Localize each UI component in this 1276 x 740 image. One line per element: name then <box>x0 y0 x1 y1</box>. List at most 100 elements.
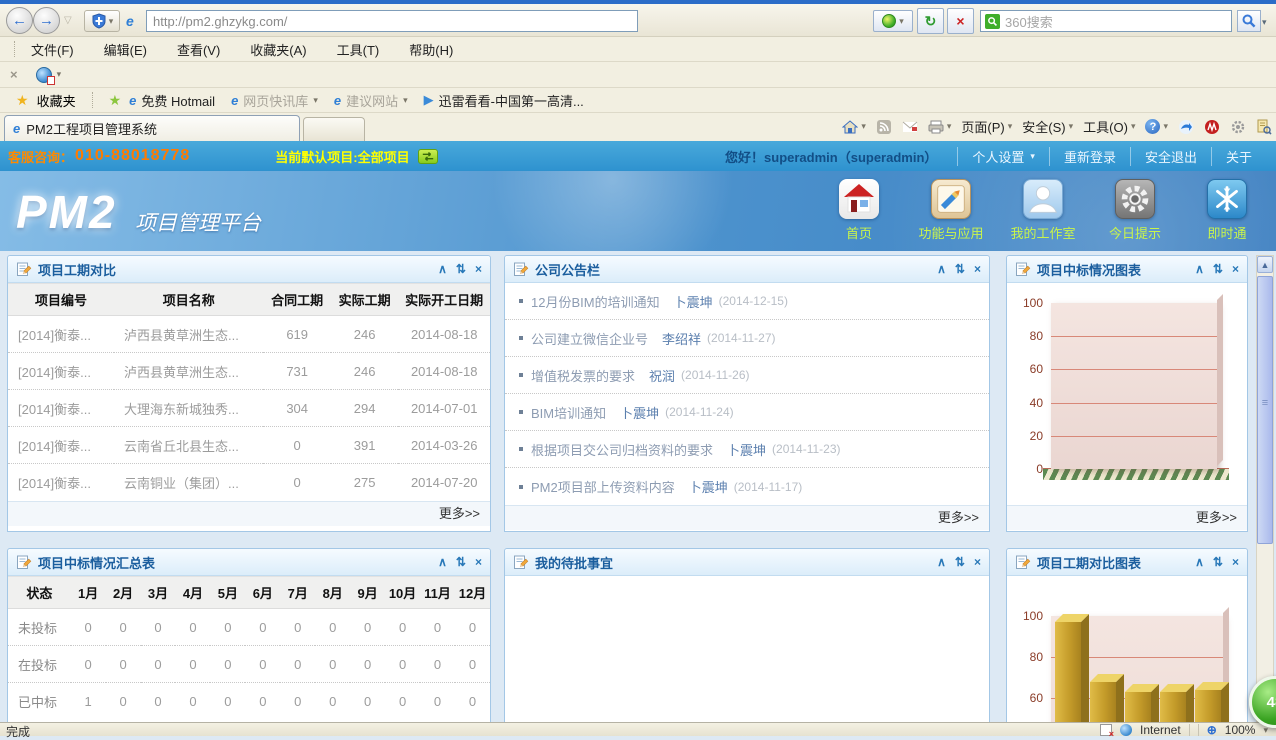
read-mail-icon[interactable] <box>902 119 918 135</box>
back-button[interactable]: ← <box>6 7 33 34</box>
collapse-icon[interactable]: ∧ <box>937 555 946 569</box>
add-favorite-icon[interactable]: ★ <box>109 92 122 109</box>
announcement-author[interactable]: 祝润 <box>649 366 675 385</box>
page-menu[interactable]: 页面(P)▾ <box>961 117 1012 136</box>
favorite-item-2[interactable]: e建议网站▾ <box>334 91 408 110</box>
collapse-icon[interactable]: ∧ <box>438 262 447 276</box>
close-panel-icon[interactable]: × <box>1232 262 1239 276</box>
360-addon-button[interactable]: ▾ <box>873 10 913 32</box>
rss-icon[interactable] <box>876 119 892 135</box>
help-button[interactable]: ? ▾ <box>1145 119 1168 134</box>
more-link[interactable]: 更多>> <box>439 506 480 521</box>
more-link[interactable]: 更多>> <box>1196 510 1237 525</box>
list-item[interactable]: 根据项目交公司归档资料的要求卜震坤(2014-11-23) <box>505 431 989 468</box>
collapse-icon[interactable]: ∧ <box>937 262 946 276</box>
nav-apps[interactable]: 功能与应用 <box>920 179 982 242</box>
favorite-item-3[interactable]: ▶迅雷看看-中国第一高清... <box>424 91 584 110</box>
menu-item-2[interactable]: 查看(V) <box>177 40 220 59</box>
shield-dropdown-icon[interactable]: ▾ <box>109 16 114 27</box>
close-panel-icon[interactable]: × <box>974 555 981 569</box>
list-item[interactable]: 公司建立微信企业号李绍祥(2014-11-27) <box>505 320 989 357</box>
nav-messenger[interactable]: 即时通 <box>1196 179 1258 242</box>
favorite-dropdown-icon[interactable]: ▾ <box>403 95 408 106</box>
history-dropdown-icon[interactable]: ▽ <box>64 15 72 26</box>
addon-dropdown-icon[interactable]: ▾ <box>57 69 62 80</box>
collapse-icon[interactable]: ∧ <box>438 555 447 569</box>
tab-pm2[interactable]: e PM2工程项目管理系统 <box>4 115 300 141</box>
print-button[interactable]: ▾ <box>928 119 952 135</box>
notes-search-icon[interactable] <box>1256 119 1272 135</box>
list-item[interactable]: BIM培训通知卜震坤(2014-11-24) <box>505 394 989 431</box>
gear-icon[interactable] <box>1230 119 1246 135</box>
print-dropdown-icon[interactable]: ▾ <box>947 121 952 132</box>
search-dropdown-icon[interactable]: ▾ <box>1262 17 1267 28</box>
table-row[interactable]: [2014]衡泰...泸西县黄草洲生态...7312462014-08-18 <box>8 353 490 390</box>
menu-item-1[interactable]: 编辑(E) <box>104 40 147 59</box>
menu-item-3[interactable]: 收藏夹(A) <box>250 40 306 59</box>
menu-item-5[interactable]: 帮助(H) <box>409 40 453 59</box>
announcement-author[interactable]: 卜震坤 <box>674 292 713 311</box>
smartscreen-shield-button[interactable]: ▾ <box>84 10 120 32</box>
favorites-star-icon[interactable]: ★ <box>16 92 29 109</box>
stop-button[interactable]: × <box>947 8 974 34</box>
close-panel-icon[interactable]: × <box>475 262 482 276</box>
toolbar-close-icon[interactable]: × <box>10 67 18 82</box>
home-button[interactable]: ▾ <box>842 119 866 135</box>
close-panel-icon[interactable]: × <box>974 262 981 276</box>
page-error-icon[interactable] <box>1100 724 1112 736</box>
table-row[interactable]: [2014]衡泰...云南省丘北县生态...03912014-03-26 <box>8 427 490 464</box>
page-scrollbar[interactable]: ▲ ▼ <box>1256 255 1274 722</box>
forward-button[interactable]: → <box>33 7 60 34</box>
refresh-panel-icon[interactable]: ⇅ <box>955 262 965 276</box>
addon-globe-icon[interactable] <box>36 67 52 83</box>
nav-tips[interactable]: 今日提示 <box>1104 179 1166 242</box>
refresh-button[interactable]: ↻ <box>917 8 944 34</box>
refresh-panel-icon[interactable]: ⇅ <box>456 262 466 276</box>
switch-project-icon[interactable] <box>418 149 438 164</box>
close-panel-icon[interactable]: × <box>1232 555 1239 569</box>
address-bar-input[interactable] <box>146 10 638 32</box>
topbar-link-3[interactable]: 关于 <box>1211 147 1266 166</box>
announcement-author[interactable]: 卜震坤 <box>727 440 766 459</box>
favorite-item-0[interactable]: e免费 Hotmail <box>129 91 215 110</box>
table-row[interactable]: 在投标000000000000 <box>8 646 490 683</box>
360-dropdown-icon[interactable]: ▾ <box>899 16 904 27</box>
announcement-author[interactable]: 李绍祥 <box>662 329 701 348</box>
menu-item-4[interactable]: 工具(T) <box>337 40 380 59</box>
table-row[interactable]: [2014]衡泰...大理海东新城独秀...3042942014-07-01 <box>8 390 490 427</box>
tools-menu[interactable]: 工具(O)▾ <box>1083 117 1135 136</box>
safety-menu[interactable]: 安全(S)▾ <box>1022 117 1073 136</box>
topbar-link-2[interactable]: 安全退出 <box>1130 147 1211 166</box>
announcement-author[interactable]: 卜震坤 <box>620 403 659 422</box>
list-item[interactable]: 12月份BIM的培训通知卜震坤(2014-12-15) <box>505 283 989 320</box>
favorites-label[interactable]: 收藏夹 <box>37 91 76 110</box>
collapse-icon[interactable]: ∧ <box>1195 262 1204 276</box>
list-item[interactable]: PM2项目部上传资料内容卜震坤(2014-11-17) <box>505 468 989 505</box>
collapse-icon[interactable]: ∧ <box>1195 555 1204 569</box>
refresh-panel-icon[interactable]: ⇅ <box>456 555 466 569</box>
favorite-item-1[interactable]: e网页快讯库▾ <box>231 91 318 110</box>
table-row[interactable]: 已中标100000000000 <box>8 683 490 720</box>
topbar-link-0[interactable]: 个人设置▾ <box>957 147 1049 166</box>
menu-item-0[interactable]: 文件(F) <box>31 40 74 59</box>
nav-home[interactable]: 首页 <box>828 179 890 242</box>
refresh-panel-icon[interactable]: ⇅ <box>1213 262 1223 276</box>
scrollbar-thumb[interactable] <box>1257 276 1273 544</box>
table-row[interactable]: [2014]衡泰...泸西县黄草洲生态...6192462014-08-18 <box>8 316 490 353</box>
refresh-panel-icon[interactable]: ⇅ <box>1213 555 1223 569</box>
home-dropdown-icon[interactable]: ▾ <box>861 121 866 132</box>
more-link[interactable]: 更多>> <box>938 510 979 525</box>
share-arrow-icon[interactable] <box>1178 119 1194 135</box>
table-row[interactable]: [2014]衡泰...云南铜业（集团）...02752014-07-20 <box>8 464 490 501</box>
scroll-up-icon[interactable]: ▲ <box>1257 256 1273 273</box>
refresh-panel-icon[interactable]: ⇅ <box>955 555 965 569</box>
nav-workspace[interactable]: 我的工作室 <box>1012 179 1074 242</box>
topbar-link-1[interactable]: 重新登录 <box>1049 147 1130 166</box>
favorite-dropdown-icon[interactable]: ▾ <box>313 95 318 106</box>
list-item[interactable]: 增值税发票的要求祝润(2014-11-26) <box>505 357 989 394</box>
announcement-author[interactable]: 卜震坤 <box>689 477 728 496</box>
close-panel-icon[interactable]: × <box>475 555 482 569</box>
search-box[interactable]: 360搜索 <box>980 10 1232 32</box>
search-go-button[interactable] <box>1237 10 1261 32</box>
new-tab-stub[interactable] <box>303 117 365 141</box>
